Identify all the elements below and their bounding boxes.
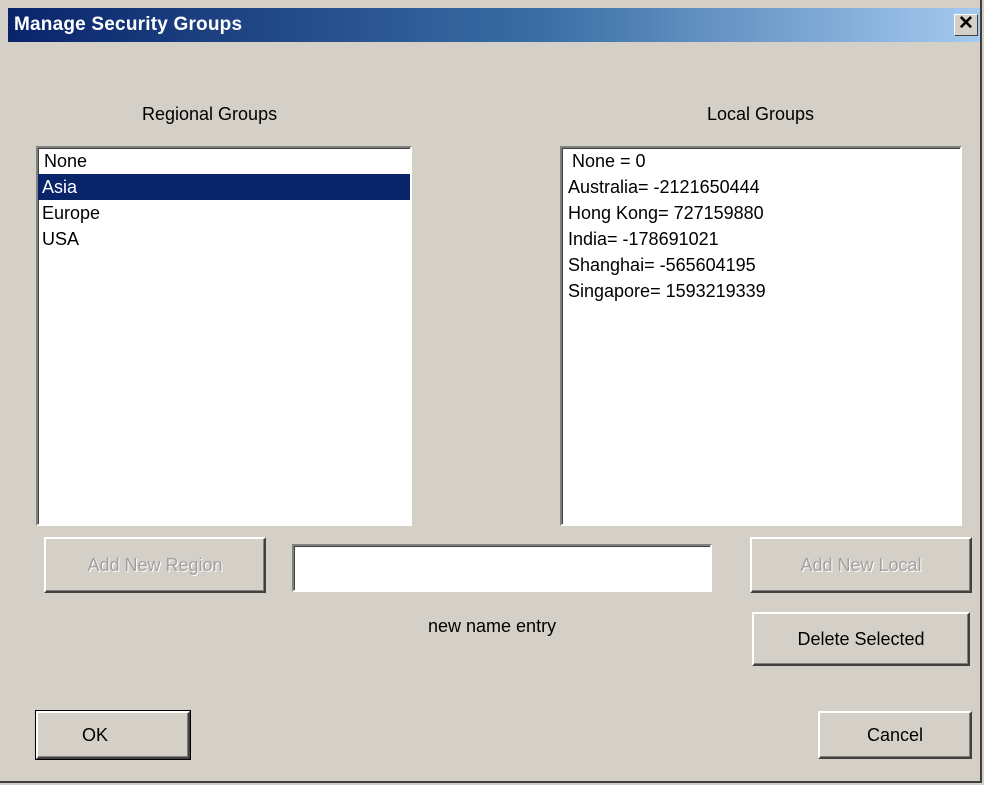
add-new-local-button[interactable]: Add New Local: [750, 537, 972, 593]
list-item-local[interactable]: None = 0: [562, 148, 960, 174]
title-bar[interactable]: Manage Security Groups ✕: [8, 8, 980, 42]
list-item-regional-asia[interactable]: Asia: [38, 174, 410, 200]
local-groups-heading: Local Groups: [707, 104, 815, 124]
list-item-regional-europe[interactable]: Europe: [38, 200, 410, 226]
regional-groups-list[interactable]: None Asia Europe USA: [36, 146, 412, 526]
list-item-regional-usa[interactable]: USA: [38, 226, 410, 252]
manage-security-groups-dialog: Manage Security Groups ✕ Regional Groups…: [0, 0, 982, 783]
close-icon: ✕: [958, 13, 974, 34]
regional-groups-heading: Regional Groups: [142, 104, 278, 124]
local-groups-list[interactable]: None = 0 Australia= -2121650444 Hong Kon…: [560, 146, 962, 526]
close-button[interactable]: ✕: [954, 14, 978, 36]
list-item-local[interactable]: Singapore= 1593219339: [562, 278, 960, 304]
list-item-local[interactable]: Hong Kong= 727159880: [562, 200, 960, 226]
list-item-local[interactable]: India= -178691021: [562, 226, 960, 252]
window-title: Manage Security Groups: [14, 14, 243, 35]
list-item-regional-none[interactable]: None: [38, 148, 410, 174]
cancel-button[interactable]: Cancel: [818, 711, 972, 759]
new-name-input[interactable]: [292, 544, 712, 592]
list-item-local[interactable]: Australia= -2121650444: [562, 174, 960, 200]
new-name-caption: new name entry: [428, 616, 557, 636]
add-new-region-button[interactable]: Add New Region: [44, 537, 266, 593]
ok-button[interactable]: OK: [35, 710, 191, 760]
delete-selected-button[interactable]: Delete Selected: [752, 612, 970, 666]
list-item-local[interactable]: Shanghai= -565604195: [562, 252, 960, 278]
